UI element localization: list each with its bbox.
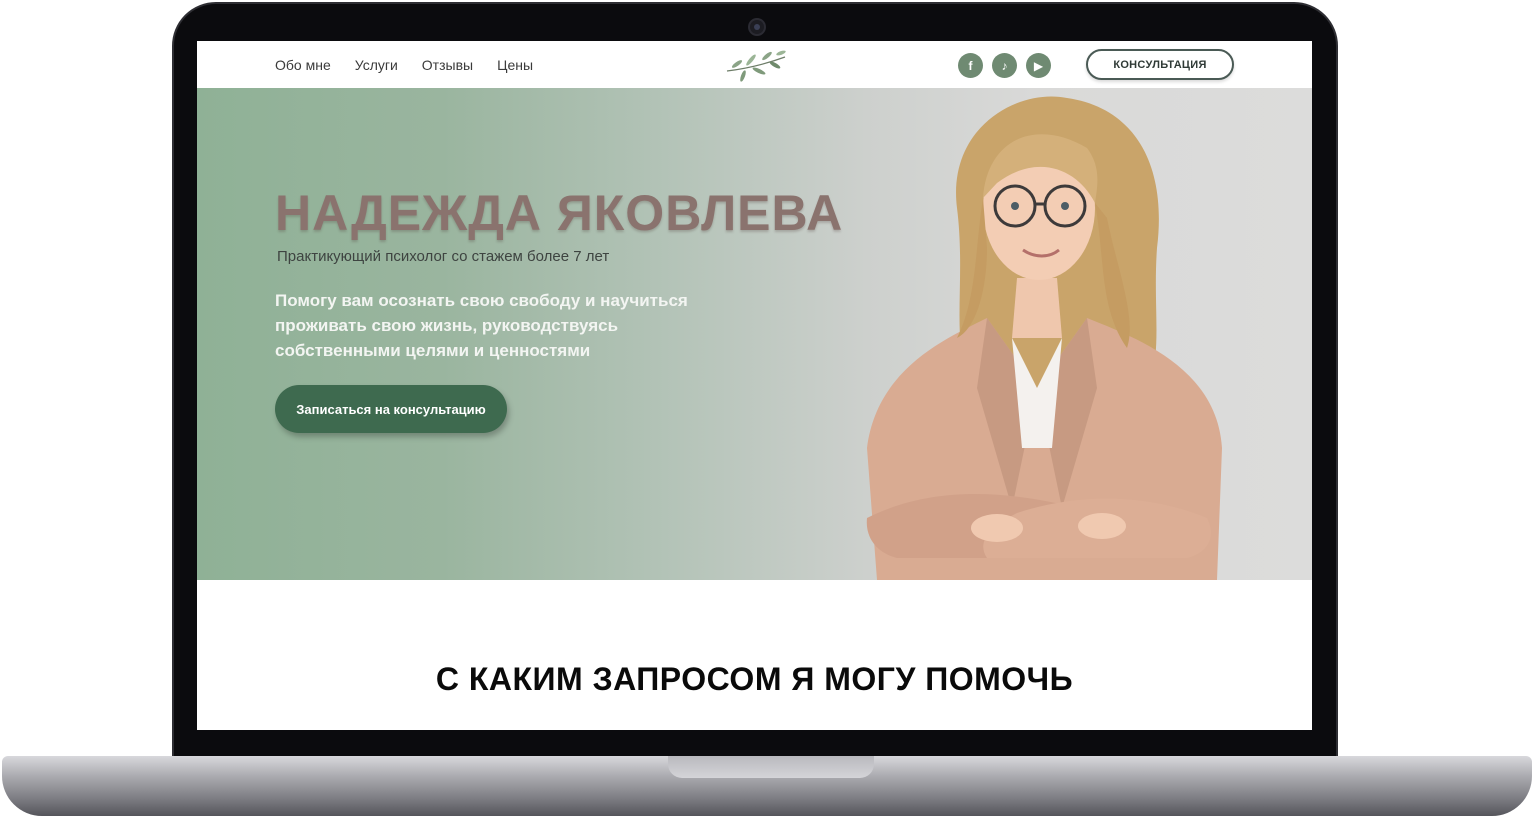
site-header: Обо мне Услуги Отзывы Цены f ♪ ▶ КОНСУЛЬ…	[197, 41, 1312, 88]
hero-description: Помогу вам осознать свою свободу и научи…	[275, 291, 688, 360]
consultation-button[interactable]: КОНСУЛЬТАЦИЯ	[1086, 49, 1234, 80]
hero-section: НАДЕЖДА ЯКОВЛЕВА Практикующий психолог с…	[197, 88, 1312, 580]
webcam-icon	[748, 18, 766, 36]
nav-prices[interactable]: Цены	[497, 57, 533, 73]
olive-branch-icon[interactable]	[723, 47, 789, 83]
nav-about[interactable]: Обо мне	[275, 57, 331, 73]
hero-title: НАДЕЖДА ЯКОВЛЕВА	[275, 185, 844, 241]
nav-services[interactable]: Услуги	[355, 57, 398, 73]
services-section-title: С КАКИМ ЗАПРОСОМ Я МОГУ ПОМОЧЬ	[435, 661, 1074, 697]
tiktok-icon[interactable]: ♪	[992, 53, 1017, 78]
youtube-icon[interactable]: ▶	[1026, 53, 1051, 78]
hero-subtitle: Практикующий психолог со стажем более 7 …	[277, 248, 610, 265]
facebook-icon[interactable]: f	[958, 53, 983, 78]
laptop-frame: Обо мне Услуги Отзывы Цены f ♪ ▶ КОНСУЛЬ…	[0, 0, 1534, 818]
social-links: f ♪ ▶	[958, 53, 1051, 78]
psychologist-portrait	[866, 96, 1222, 580]
book-consultation-button[interactable]: Записаться на консультацию	[275, 385, 507, 433]
main-nav: Обо мне Услуги Отзывы Цены	[275, 57, 533, 73]
browser-screen: Обо мне Услуги Отзывы Цены f ♪ ▶ КОНСУЛЬ…	[197, 41, 1312, 730]
nav-reviews[interactable]: Отзывы	[422, 57, 473, 73]
laptop-notch	[668, 756, 874, 778]
